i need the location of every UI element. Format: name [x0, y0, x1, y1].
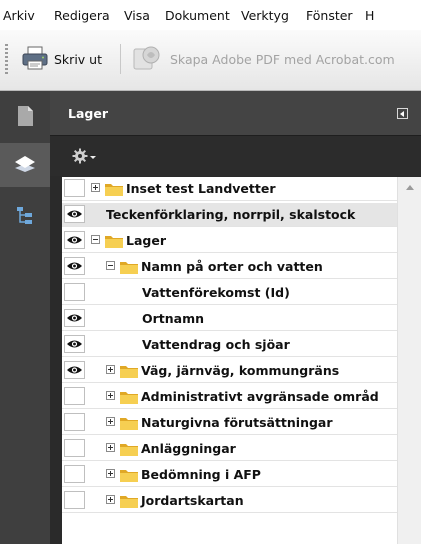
- eye-icon: [65, 362, 84, 381]
- layer-row[interactable]: Administrativt avgränsade områd: [62, 385, 397, 409]
- expand-icon[interactable]: [106, 443, 115, 452]
- acrobat-com-icon: [132, 45, 162, 74]
- layer-label: Väg, järnväg, kommungräns: [141, 363, 340, 378]
- eye-icon: [65, 232, 84, 251]
- toolbar-grip[interactable]: [5, 44, 8, 74]
- visibility-toggle[interactable]: [64, 465, 85, 483]
- visibility-toggle[interactable]: [64, 335, 85, 353]
- layer-row[interactable]: Anläggningar: [62, 437, 397, 461]
- menu-help[interactable]: H: [365, 8, 374, 23]
- layer-row[interactable]: Lager: [62, 229, 397, 253]
- layer-row[interactable]: Naturgivna förutsättningar: [62, 411, 397, 435]
- visibility-toggle[interactable]: [64, 231, 85, 249]
- create-pdf-label: Skapa Adobe PDF med Acrobat.com: [170, 51, 395, 67]
- expand-icon[interactable]: [106, 417, 115, 426]
- eye-icon: [65, 336, 84, 355]
- folder-icon: [119, 467, 139, 486]
- gear-icon: [72, 148, 88, 167]
- layers-icon: [14, 154, 36, 177]
- layer-label: Jordartskartan: [141, 493, 244, 508]
- visibility-toggle[interactable]: [64, 205, 85, 223]
- layer-row[interactable]: Ortnamn: [62, 307, 397, 331]
- layer-label: Namn på orter och vatten: [141, 259, 323, 274]
- layer-label: Vattendrag och sjöar: [142, 337, 290, 352]
- panel-header: Lager: [50, 91, 421, 136]
- menu-dokument[interactable]: Dokument: [165, 8, 230, 23]
- layers-options-bar: [50, 136, 421, 176]
- layer-label: Administrativt avgränsade områd: [141, 389, 379, 404]
- visibility-toggle[interactable]: [64, 439, 85, 457]
- collapse-icon[interactable]: [106, 261, 115, 270]
- layer-label: Lager: [126, 233, 166, 248]
- vertical-scrollbar[interactable]: [397, 177, 421, 544]
- visibility-toggle[interactable]: [64, 179, 85, 197]
- folder-icon: [119, 363, 139, 382]
- printer-icon: [22, 46, 48, 73]
- layers-tree: Inset test Landvetter Teckenförklaring, n…: [62, 177, 421, 544]
- visibility-toggle[interactable]: [64, 413, 85, 431]
- folder-icon: [104, 233, 124, 252]
- collapse-panel-button[interactable]: [397, 108, 408, 119]
- menu-verktyg[interactable]: Verktyg: [241, 8, 289, 23]
- layer-label: Bedömning i AFP: [141, 467, 261, 482]
- layer-label: Teckenförklaring, norrpil, skalstock: [106, 207, 356, 222]
- expand-icon[interactable]: [106, 495, 115, 504]
- print-button[interactable]: Skriv ut: [22, 45, 102, 73]
- nav-model-tree-button[interactable]: [0, 195, 50, 239]
- visibility-toggle[interactable]: [64, 309, 85, 327]
- model-tree-icon: [16, 206, 34, 229]
- menu-redigera[interactable]: Redigera: [54, 8, 110, 23]
- layer-row[interactable]: Vattendrag och sjöar: [62, 333, 397, 357]
- layer-row[interactable]: Teckenförklaring, norrpil, skalstock: [62, 203, 397, 227]
- navigation-pane: [0, 91, 50, 544]
- nav-layers-button[interactable]: [0, 143, 50, 187]
- toolbar-separator: [120, 44, 121, 74]
- eye-icon: [65, 310, 84, 329]
- layer-row[interactable]: Inset test Landvetter: [62, 177, 397, 201]
- menu-fonster[interactable]: Fönster: [306, 8, 353, 23]
- panel-title: Lager: [68, 106, 108, 121]
- folder-icon: [119, 259, 139, 278]
- folder-icon: [119, 415, 139, 434]
- layer-label: Ortnamn: [142, 311, 205, 326]
- layer-row[interactable]: Bedömning i AFP: [62, 463, 397, 487]
- expand-icon[interactable]: [106, 391, 115, 400]
- layer-label: Inset test Landvetter: [126, 181, 276, 196]
- visibility-toggle[interactable]: [64, 387, 85, 405]
- folder-icon: [119, 441, 139, 460]
- create-pdf-button[interactable]: Skapa Adobe PDF med Acrobat.com: [132, 45, 395, 73]
- layer-label: Vattenförekomst (Id): [142, 285, 290, 300]
- layer-label: Anläggningar: [141, 441, 236, 456]
- layer-row[interactable]: Väg, järnväg, kommungräns: [62, 359, 397, 383]
- menu-bar: Arkiv Redigera Visa Dokument Verktyg Fön…: [0, 0, 421, 30]
- layer-row[interactable]: Vattenförekomst (Id): [62, 281, 397, 305]
- print-label: Skriv ut: [54, 51, 102, 67]
- visibility-toggle[interactable]: [64, 283, 85, 301]
- collapse-icon[interactable]: [91, 235, 100, 244]
- layer-row[interactable]: Jordartskartan: [62, 489, 397, 513]
- eye-icon: [65, 206, 84, 225]
- folder-icon: [104, 181, 124, 200]
- options-menu-button[interactable]: [72, 148, 96, 167]
- folder-icon: [119, 493, 139, 512]
- visibility-toggle[interactable]: [64, 361, 85, 379]
- scroll-up-arrow-icon[interactable]: [406, 185, 414, 190]
- eye-icon: [65, 258, 84, 277]
- expand-icon[interactable]: [106, 365, 115, 374]
- layer-label: Naturgivna förutsättningar: [141, 415, 333, 430]
- nav-pages-button[interactable]: [0, 95, 50, 139]
- folder-icon: [119, 389, 139, 408]
- page-thumbnails-icon: [15, 104, 35, 131]
- visibility-toggle[interactable]: [64, 491, 85, 509]
- toolbar: Skriv ut Skapa Adobe PDF med Acrobat.com: [0, 30, 421, 91]
- expand-icon[interactable]: [106, 469, 115, 478]
- expand-icon[interactable]: [91, 183, 100, 192]
- visibility-toggle[interactable]: [64, 257, 85, 275]
- menu-visa[interactable]: Visa: [124, 8, 150, 23]
- layers-panel: Lager Inset test Landvetter Teckenförkla…: [50, 91, 421, 544]
- chevron-down-icon: [90, 156, 96, 159]
- layer-row[interactable]: Namn på orter och vatten: [62, 255, 397, 279]
- menu-arkiv[interactable]: Arkiv: [3, 8, 35, 23]
